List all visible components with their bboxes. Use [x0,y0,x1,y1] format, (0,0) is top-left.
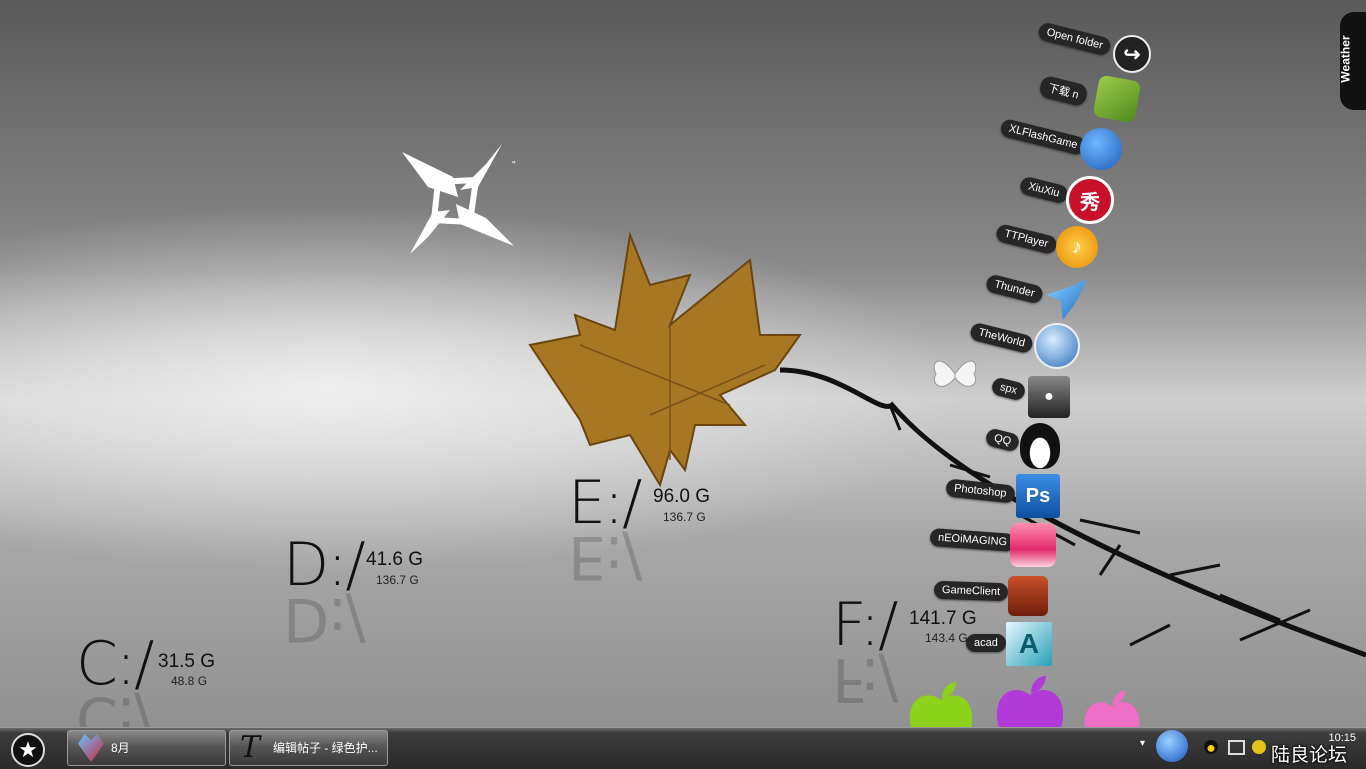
hummingbird-icon [1046,278,1088,320]
arrow-circle-icon: ↪ [1113,35,1151,73]
dock-item-xiuxiu[interactable]: XiuXiu 秀 [1018,173,1120,224]
drive-letter-reflection: F:/ [832,644,897,714]
drive-total-space: 143.4 G [925,631,968,645]
dock-item-ttplayer[interactable]: TTPlayer ♪ [994,222,1106,268]
drive-c[interactable]: C:/ C:/ 31.5 G 48.8 G [76,634,276,753]
weather-tab-label: Weather [1338,35,1353,83]
drive-d[interactable]: D:/ D:/ 41.6 G 136.7 G [283,535,483,654]
dock-item-label: Open folder [1036,21,1113,57]
drive-letter-reflection: D:/ [283,584,364,654]
neoimaging-icon [1010,523,1056,567]
globe-icon [1034,323,1080,369]
forum-watermark: 陆良论坛 [1271,744,1348,766]
dock-item-label: TheWorld [968,321,1035,355]
heart-crystal-icon [78,734,104,762]
penguin-icon [1020,423,1060,469]
dock-item-spx[interactable]: spx ● [990,372,1072,418]
drive-total-space: 136.7 G [663,510,706,524]
dock-item-label: GameClient [933,580,1009,602]
dock-item-label: 下载 n [1038,74,1090,108]
taskbar-task-8yue[interactable]: 8月 [67,730,226,766]
desktop-logo-icon: " [398,142,518,257]
dock-item-open-folder[interactable]: Open folder ↪ [1036,21,1153,73]
green-folder-icon [1092,74,1142,124]
dock-item-photoshop[interactable]: Photoshop Ps [945,474,1064,520]
drive-free-space: 96.0 G [653,486,711,507]
dock-item-label: QQ [984,427,1021,453]
dock-item-label: Thunder [984,273,1045,305]
headphones-icon: ♪ [1056,226,1098,268]
autocad-icon: A [1006,622,1052,666]
tray-network-icon[interactable] [1228,740,1245,755]
dock-item-label: XLFlashGame [999,117,1088,157]
dock-item-thunder[interactable]: Thunder [984,272,1096,320]
weather-tab[interactable]: Weather [1338,12,1366,110]
dock-item-downloads[interactable]: 下载 n [1038,72,1142,124]
tray-shield-icon[interactable] [1252,740,1266,754]
dock-item-theworld[interactable]: TheWorld [968,321,1080,369]
dock-item-label: acad [966,634,1006,652]
tray-apple-icon[interactable] [1156,730,1188,762]
taskbar-task-edit-post[interactable]: T 编辑帖子 - 绿色护... [229,730,388,766]
drive-free-space: 41.6 G [366,549,424,570]
drive-e[interactable]: E:/ E:/ 96.0 G 136.7 G [568,473,768,592]
dock-item-label: spx [990,376,1027,402]
dock-item-label: XiuXiu [1018,175,1070,205]
drive-total-space: 136.7 G [376,573,419,587]
camcorder-icon: ● [1028,376,1070,418]
dock-item-label: nEOiMAGING [929,528,1016,552]
xiuxiu-icon: 秀 [1066,176,1114,224]
dock-item-xlflashgame[interactable]: XLFlashGame [999,117,1130,170]
drive-total-space: 48.8 G [171,674,208,688]
dock-item-label: Photoshop [945,478,1016,504]
game-client-icon [1008,576,1048,616]
logo-mark: " [512,160,516,171]
dock-item-acad[interactable]: acad A [966,622,1056,668]
blue-bird-icon [1080,128,1122,170]
tray-expand-icon[interactable]: ▾ [1140,738,1145,749]
taskbar-task-label: 编辑帖子 - 绿色护... [273,741,378,755]
taskbar: ★ 8月 T 编辑帖子 - 绿色护... ▾ 10:15 [0,727,1366,769]
tray-qq-icon[interactable] [1204,740,1218,754]
drive-letter-reflection: E:/ [568,522,641,592]
photoshop-icon: Ps [1016,474,1060,518]
taskbar-task-label: 8月 [111,741,130,755]
start-button[interactable]: ★ [11,733,45,767]
typography-t-icon: T [240,730,261,765]
dock-item-qq[interactable]: QQ [984,423,1066,469]
drive-free-space: 31.5 G [158,651,216,672]
dock-item-gameclient[interactable]: GameClient [933,574,1054,620]
dock-item-neoimaging[interactable]: nEOiMAGING [929,523,1060,569]
dock-item-label: TTPlayer [994,222,1058,256]
